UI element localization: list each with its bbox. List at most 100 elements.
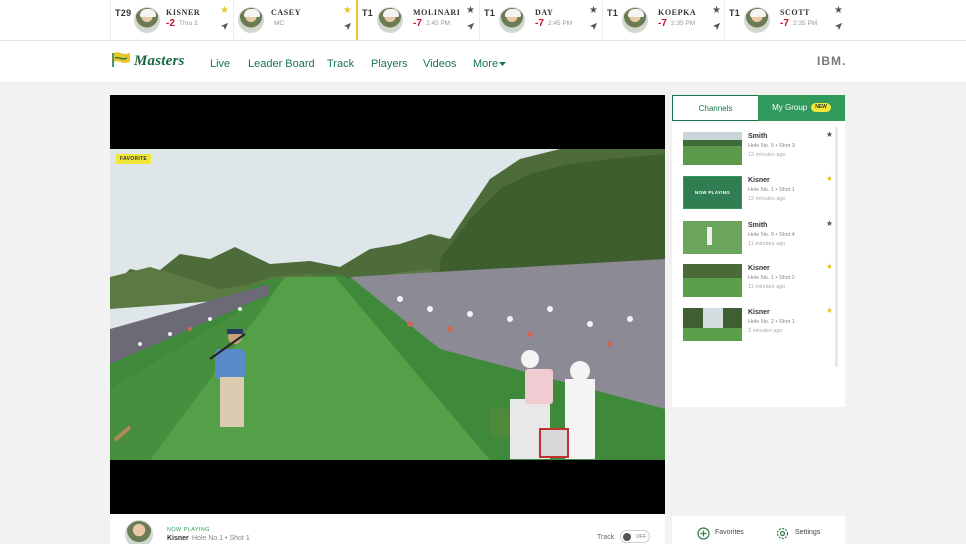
item-time: 11 minutes ago — [748, 284, 786, 290]
star-icon[interactable]: ★ — [826, 219, 833, 228]
locate-icon[interactable] — [834, 22, 843, 31]
item-player: Kisner — [748, 265, 770, 272]
item-shot: Hole No. 1 • Shot 1 — [748, 187, 795, 193]
player-avatar — [744, 7, 770, 33]
track-toggle[interactable]: OFF — [620, 530, 650, 543]
video-player[interactable] — [110, 95, 665, 514]
star-icon[interactable]: ★ — [826, 262, 833, 271]
list-item[interactable]: Smith Hole No. 9 • Shot 4 11 minutes ago… — [683, 219, 833, 257]
ticker-card-molinari[interactable]: T1 MOLINARI -7 2:45 PM ★ — [356, 0, 479, 40]
video-thumbnail — [683, 132, 742, 165]
ticker-position: T1 — [484, 8, 496, 18]
ticker-score: -7 — [780, 18, 789, 29]
player-avatar — [238, 7, 264, 33]
star-icon[interactable]: ★ — [589, 5, 598, 16]
ticker-score: -2 — [166, 18, 175, 29]
item-time: 11 minutes ago — [748, 241, 786, 247]
ticker-card-kisner[interactable]: T29 KISNER -2 Thru 2 ★ — [110, 0, 233, 40]
list-item[interactable]: Kisner Hole No. 2 • Shot 1 3 minutes ago… — [683, 306, 833, 344]
favorite-badge: FAVORITE — [116, 154, 152, 164]
ticker-sub: Thru 2 — [179, 20, 198, 27]
ticker-score: -7 — [413, 18, 422, 29]
ticker-card-scott[interactable]: T1 SCOTT -7 2:35 PM ★ — [724, 0, 847, 40]
video-thumbnail — [683, 308, 742, 341]
now-playing-shot: Hole No.1 • Shot 1 — [192, 535, 250, 542]
star-icon[interactable]: ★ — [712, 5, 721, 16]
video-frame — [110, 149, 665, 460]
masters-logo[interactable]: Masters — [134, 53, 185, 70]
item-shot: Hole No. 9 • Shot 4 — [748, 232, 795, 238]
item-shot: Hole No. 2 • Shot 1 — [748, 319, 795, 325]
add-circle-icon[interactable] — [697, 527, 710, 540]
item-player: Smith — [748, 222, 768, 229]
list-item[interactable]: Kisner Hole No. 1 • Shot 2 11 minutes ag… — [683, 262, 833, 300]
locate-icon[interactable] — [466, 22, 475, 31]
locate-icon[interactable] — [220, 22, 229, 31]
ticker-position: T29 — [115, 8, 132, 18]
ticker-card-casey[interactable]: CASEY MC ★ — [233, 0, 356, 40]
now-playing-thumbnail: NOW PLAYING — [683, 176, 742, 209]
ticker-sub: 2:35 PM — [793, 20, 818, 27]
ticker-player-name: KISNER — [166, 8, 201, 17]
player-avatar — [622, 7, 648, 33]
item-time: 3 minutes ago — [748, 328, 783, 334]
item-time: 12 minutes ago — [748, 196, 786, 202]
tab-channels[interactable]: Channels — [672, 95, 758, 121]
player-ticker: T29 KISNER -2 Thru 2 ★ CASEY MC ★ T1 MOL… — [0, 0, 966, 41]
player-avatar — [377, 7, 403, 33]
toggle-state: OFF — [636, 534, 646, 540]
settings-button[interactable]: Settings — [795, 529, 820, 536]
nav-live[interactable]: Live — [210, 58, 230, 70]
now-playing-player: Kisner — [167, 535, 189, 542]
locate-icon[interactable] — [712, 22, 721, 31]
item-time: 12 minutes ago — [748, 152, 786, 158]
ticker-player-name: CASEY — [271, 8, 302, 17]
ticker-card-koepka[interactable]: T1 KOEPKA -7 2:35 PM ★ — [602, 0, 725, 40]
item-shot: Hole No. 1 • Shot 2 — [748, 275, 795, 281]
item-player: Smith — [748, 133, 768, 140]
ticker-player-name: SCOTT — [780, 8, 811, 17]
item-shot: Hole No. 9 • Shot 3 — [748, 143, 795, 149]
ticker-sub: MC — [274, 20, 285, 27]
ticker-sub: 2:35 PM — [671, 20, 696, 27]
video-thumbnail — [683, 221, 742, 254]
nav-leader-board[interactable]: Leader Board — [248, 58, 315, 70]
player-avatar — [134, 7, 160, 33]
sidebar-scrollbar[interactable] — [835, 127, 838, 367]
star-icon[interactable]: ★ — [826, 130, 833, 139]
new-badge: NEW — [811, 103, 831, 113]
ticker-sub: 2:45 PM — [426, 20, 451, 27]
golf-scene-image — [110, 149, 665, 460]
player-avatar — [125, 520, 153, 544]
nav-more[interactable]: More — [473, 58, 498, 70]
ticker-position: T1 — [607, 8, 619, 18]
tab-my-group[interactable]: My Group NEW — [758, 95, 845, 121]
nav-players[interactable]: Players — [371, 58, 408, 70]
ticker-player-name: MOLINARI — [413, 8, 461, 17]
masters-logo-icon[interactable] — [111, 50, 133, 68]
list-item[interactable]: NOW PLAYING Kisner Hole No. 1 • Shot 1 1… — [683, 174, 833, 212]
video-thumbnail — [683, 264, 742, 297]
locate-icon[interactable] — [589, 22, 598, 31]
track-label: Track — [597, 534, 615, 541]
favorites-button[interactable]: Favorites — [715, 529, 744, 536]
star-icon[interactable]: ★ — [826, 174, 833, 183]
star-icon[interactable]: ★ — [834, 5, 843, 16]
star-icon[interactable]: ★ — [826, 306, 833, 315]
player-avatar — [499, 7, 525, 33]
list-item[interactable]: Smith Hole No. 9 • Shot 3 12 minutes ago… — [683, 130, 833, 168]
toggle-knob — [623, 533, 631, 541]
star-icon[interactable]: ★ — [220, 5, 229, 16]
star-icon[interactable]: ★ — [466, 5, 475, 16]
tab-my-group-label: My Group — [772, 103, 808, 112]
gear-icon[interactable] — [776, 527, 789, 540]
item-player: Kisner — [748, 309, 770, 316]
ibm-logo: IBM. — [817, 54, 847, 68]
chevron-down-icon[interactable] — [499, 62, 506, 67]
star-icon[interactable]: ★ — [343, 5, 352, 16]
locate-icon[interactable] — [343, 22, 352, 31]
ticker-position: T1 — [729, 8, 741, 18]
nav-videos[interactable]: Videos — [423, 58, 456, 70]
ticker-card-day[interactable]: T1 DAY -7 2:45 PM ★ — [479, 0, 602, 40]
nav-track[interactable]: Track — [327, 58, 354, 70]
